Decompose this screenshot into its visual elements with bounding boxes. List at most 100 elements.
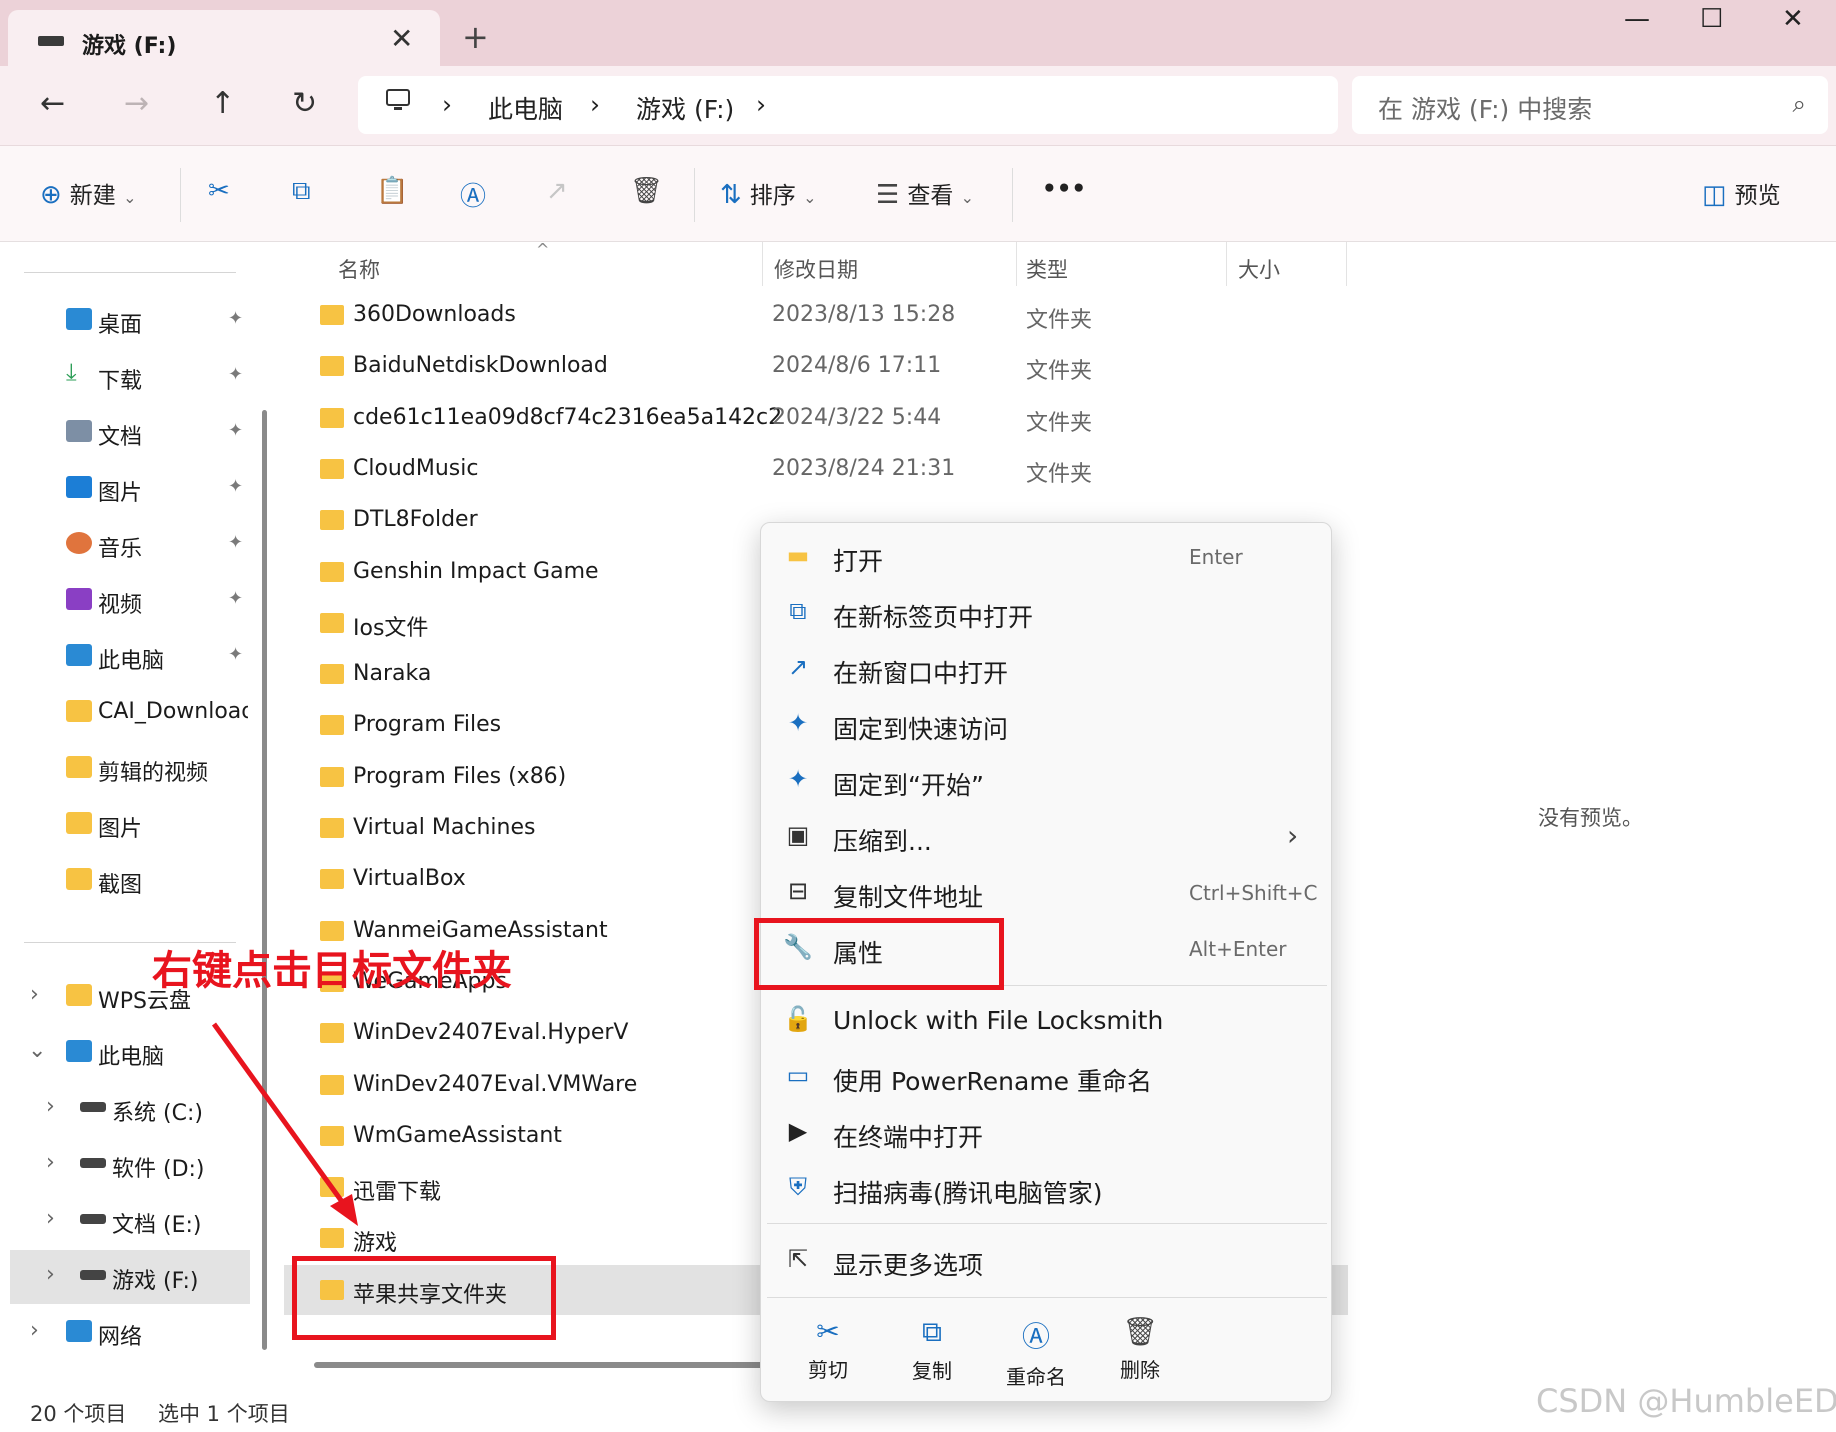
pin-icon[interactable]: ✦ <box>228 644 243 665</box>
menu-item-open-new-window[interactable]: ↗ 在新窗口中打开 <box>761 641 1333 697</box>
sidebar-item-network[interactable]: › 网络 <box>10 1306 250 1360</box>
sidebar-item-screenshots[interactable]: 截图 <box>10 854 250 908</box>
share-button[interactable]: ↗ <box>546 176 576 206</box>
minimize-button[interactable]: — <box>1624 4 1650 34</box>
refresh-icon[interactable]: ↻ <box>292 86 317 121</box>
sidebar-item-pictures-folder[interactable]: 图片 <box>10 798 250 852</box>
sidebar-item-edited-videos[interactable]: 剪辑的视频 <box>10 742 250 796</box>
column-divider[interactable] <box>762 242 763 286</box>
chevron-right-icon[interactable]: › <box>46 1150 55 1175</box>
tab-drive-f[interactable]: 游戏 (F:) ✕ <box>8 10 440 68</box>
forward-arrow-icon[interactable]: → <box>124 86 149 121</box>
maximize-button[interactable]: ☐ <box>1700 4 1723 34</box>
sidebar-item-desktop[interactable]: 桌面 ✦ <box>10 294 250 348</box>
column-header-date[interactable]: 修改日期 <box>774 254 858 284</box>
column-header-name[interactable]: 名称 <box>338 254 380 284</box>
new-button[interactable]: ⊕ 新建 ⌄ <box>40 176 137 210</box>
cut-button[interactable]: ✂ <box>208 176 238 206</box>
new-tab-button[interactable]: + <box>462 18 489 56</box>
menu-item-open[interactable]: ▬ 打开 Enter <box>761 529 1333 585</box>
sidebar-item-this-pc[interactable]: 此电脑 ✦ <box>10 630 250 684</box>
menu-item-more-options[interactable]: ⇱ 显示更多选项 <box>761 1233 1333 1289</box>
pin-icon[interactable]: ✦ <box>228 532 243 553</box>
search-icon[interactable]: ⌕ <box>1793 90 1806 118</box>
quick-action-copy[interactable]: ⧉ 复制 <box>887 1315 977 1385</box>
menu-label: 显示更多选项 <box>833 1251 984 1280</box>
preview-pane-button[interactable]: ◫ 预览 <box>1702 176 1781 210</box>
breadcrumb-separator[interactable]: › <box>756 90 766 119</box>
menu-item-open-terminal[interactable]: ▶ 在终端中打开 <box>761 1105 1333 1161</box>
file-row[interactable]: cde61c11ea09d8cf74c2316ea5a142c2 2024/3/2… <box>284 393 1348 443</box>
menu-item-copy-path[interactable]: ⊟ 复制文件地址 Ctrl+Shift+C <box>761 865 1333 921</box>
open-external-icon: ↗ <box>787 653 809 681</box>
sidebar-item-pictures[interactable]: 图片 ✦ <box>10 462 250 516</box>
file-row[interactable]: BaiduNetdiskDownload 2024/8/6 17:11 文件夹 <box>284 341 1348 391</box>
sort-label: 排序 <box>749 183 796 209</box>
sort-button[interactable]: ⇅ 排序 ⌄ <box>720 176 817 210</box>
pin-icon[interactable]: ✦ <box>228 308 243 329</box>
file-row[interactable]: CloudMusic 2023/8/24 21:31 文件夹 <box>284 444 1348 494</box>
sidebar-item-drive-f[interactable]: › 游戏 (F:) <box>10 1250 250 1304</box>
pin-icon[interactable]: ✦ <box>228 588 243 609</box>
view-button[interactable]: ☰ 查看 ⌄ <box>876 176 974 210</box>
close-tab-icon[interactable]: ✕ <box>390 22 413 55</box>
column-divider[interactable] <box>1346 242 1347 286</box>
drive-icon <box>80 1270 106 1280</box>
menu-item-powerrename[interactable]: ▭ 使用 PowerRename 重命名 <box>761 1049 1333 1105</box>
quick-action-rename[interactable]: Ⓐ 重命名 <box>991 1315 1081 1389</box>
folder-icon <box>66 868 92 890</box>
sidebar-item-videos[interactable]: 视频 ✦ <box>10 574 250 628</box>
more-options-button[interactable]: ••• <box>1042 176 1086 202</box>
file-name: 360Downloads <box>353 302 516 327</box>
sort-icon: ⇅ <box>720 180 742 210</box>
menu-item-pin-start[interactable]: ✦ 固定到“开始” <box>761 753 1333 809</box>
column-divider[interactable] <box>1016 242 1017 286</box>
computer-icon[interactable] <box>384 86 412 120</box>
breadcrumb-separator[interactable]: › <box>590 90 600 119</box>
chevron-right-icon[interactable]: › <box>30 982 39 1007</box>
sidebar-item-documents[interactable]: 文档 ✦ <box>10 406 250 460</box>
column-divider[interactable] <box>1226 242 1227 286</box>
close-window-button[interactable]: ✕ <box>1782 4 1804 34</box>
menu-item-scan-virus[interactable]: ⛨ 扫描病毒(腾讯电脑管家) <box>761 1161 1333 1217</box>
breadcrumb-drive-f[interactable]: 游戏 (F:) <box>636 90 734 126</box>
sidebar-item-music[interactable]: 音乐 ✦ <box>10 518 250 572</box>
menu-item-open-new-tab[interactable]: ⧉ 在新标签页中打开 <box>761 585 1333 641</box>
back-arrow-icon[interactable]: ← <box>40 86 65 121</box>
up-arrow-icon[interactable]: ↑ <box>210 86 235 121</box>
quick-action-cut[interactable]: ✂ 剪切 <box>783 1315 873 1385</box>
search-input[interactable]: 在 游戏 (F:) 中搜索 <box>1378 90 1592 126</box>
sidebar-item-label: 截图 <box>98 873 143 898</box>
file-name: cde61c11ea09d8cf74c2316ea5a142c2 <box>353 404 783 430</box>
sidebar-item-downloads[interactable]: ⤓ 下载 ✦ <box>10 350 250 404</box>
column-header-type[interactable]: 类型 <box>1026 254 1068 284</box>
menu-item-unlock-locksmith[interactable]: 🔓 Unlock with File Locksmith <box>761 993 1333 1049</box>
file-row[interactable]: 360Downloads 2023/8/13 15:28 文件夹 <box>284 290 1348 340</box>
menu-item-pin-quick-access[interactable]: ✦ 固定到快速访问 <box>761 697 1333 753</box>
sidebar-item-cai-downloads[interactable]: CAI_Downloads <box>10 686 250 740</box>
copy-button[interactable]: ⧉ <box>292 176 319 207</box>
pin-icon[interactable]: ✦ <box>228 420 243 441</box>
paste-button[interactable]: 📋 <box>376 176 416 206</box>
chevron-right-icon[interactable]: › <box>46 1206 55 1231</box>
breadcrumb-separator[interactable]: › <box>442 90 452 119</box>
address-bar[interactable]: › 此电脑 › 游戏 (F:) › <box>358 76 1338 134</box>
pin-icon[interactable]: ✦ <box>228 476 243 497</box>
chevron-down-icon[interactable]: ⌄ <box>28 1038 46 1063</box>
quick-action-delete[interactable]: 🗑 删除 <box>1095 1315 1185 1385</box>
delete-button[interactable]: 🗑 <box>630 176 671 206</box>
chevron-right-icon[interactable]: › <box>46 1262 55 1287</box>
sidebar-item-label: 此电脑 <box>98 649 165 674</box>
pin-icon[interactable]: ✦ <box>228 364 243 385</box>
horizontal-scrollbar[interactable] <box>314 1362 764 1368</box>
column-header-size[interactable]: 大小 <box>1238 254 1280 284</box>
search-box[interactable]: 在 游戏 (F:) 中搜索 ⌕ <box>1352 76 1828 134</box>
file-name: Ios文件 <box>353 615 429 641</box>
breadcrumb-this-pc[interactable]: 此电脑 <box>488 90 563 126</box>
chevron-right-icon[interactable]: › <box>46 1094 55 1119</box>
folder-icon <box>320 869 344 890</box>
rename-button[interactable]: Ⓐ <box>460 176 494 213</box>
chevron-right-icon[interactable]: › <box>30 1318 39 1343</box>
menu-label: 压缩到... <box>833 827 932 856</box>
menu-item-compress[interactable]: ▣ 压缩到... › <box>761 809 1333 865</box>
